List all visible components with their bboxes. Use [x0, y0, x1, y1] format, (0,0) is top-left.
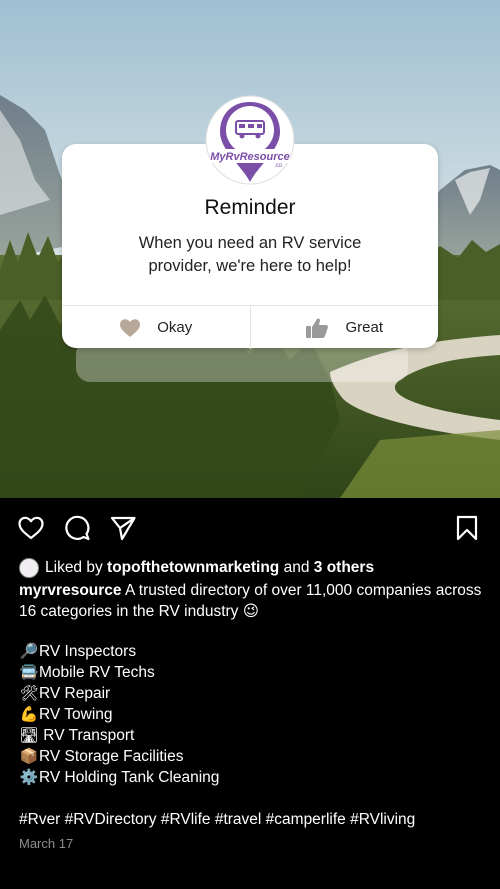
liked-and: and — [283, 559, 310, 576]
liked-others[interactable]: 3 others — [314, 559, 374, 576]
liked-by-text[interactable]: Liked by topofthetownmarketing and 3 oth… — [45, 557, 374, 578]
heart-filled-icon — [120, 318, 141, 337]
list-item: 🛣 RV Transport — [19, 727, 135, 744]
list-item: 📦RV Storage Facilities — [19, 748, 184, 765]
reminder-message-line1: When you need an RV service — [138, 234, 362, 252]
category-list: 🔎RV Inspectors 🚍Mobile RV Techs 🛠RV Repa… — [19, 641, 489, 788]
great-label: Great — [345, 319, 383, 336]
list-item: 🔎RV Inspectors — [19, 643, 137, 660]
okay-label: Okay — [157, 319, 193, 336]
box-icon: 📦 — [19, 748, 39, 765]
thumbs-up-icon — [306, 318, 329, 338]
bus-icon: 🚍 — [19, 664, 39, 681]
reminder-message: When you need an RV service provider, we… — [102, 232, 398, 278]
caption-username[interactable]: myrvresource — [19, 582, 122, 599]
post-caption: myrvresource A trusted directory of over… — [19, 580, 489, 622]
okay-button[interactable]: Okay — [62, 306, 250, 349]
road-icon: 🛣 — [19, 727, 39, 744]
myrvresource-logo: MyRvResource .co — [204, 94, 296, 186]
list-item: ⚙️RV Holding Tank Cleaning — [19, 769, 220, 786]
magnifier-icon: 🔎 — [19, 643, 39, 660]
reminder-message-line2: provider, we're here to help! — [148, 257, 352, 275]
post-action-bar — [0, 514, 500, 542]
svg-text:MyRvResource: MyRvResource — [210, 151, 289, 163]
great-button[interactable]: Great — [249, 306, 439, 349]
list-item: 🛠RV Repair — [19, 685, 111, 702]
bookmark-icon[interactable] — [453, 514, 481, 542]
list-item: 🚍Mobile RV Techs — [19, 664, 155, 681]
hashtags[interactable]: #Rver #RVDirectory #RVlife #travel #camp… — [19, 809, 489, 830]
comment-icon[interactable] — [63, 514, 91, 542]
reminder-actions: Okay Great — [62, 305, 438, 349]
heart-icon[interactable] — [17, 514, 45, 542]
post-date: March 17 — [19, 836, 74, 851]
caption-emoji: 😉 — [242, 603, 259, 620]
liked-prefix: Liked by — [45, 559, 103, 576]
gear-icon: ⚙️ — [19, 769, 39, 786]
avatar[interactable] — [19, 557, 39, 578]
muscle-icon: 💪 — [19, 706, 39, 723]
svg-text:.co: .co — [274, 163, 283, 169]
reminder-title: Reminder — [204, 196, 296, 219]
tools-icon: 🛠 — [19, 685, 39, 702]
list-item: 💪RV Towing — [19, 706, 113, 723]
send-icon[interactable] — [109, 514, 137, 542]
liked-by-row: Liked by topofthetownmarketing and 3 oth… — [19, 557, 489, 578]
liked-user[interactable]: topofthetownmarketing — [107, 559, 279, 576]
